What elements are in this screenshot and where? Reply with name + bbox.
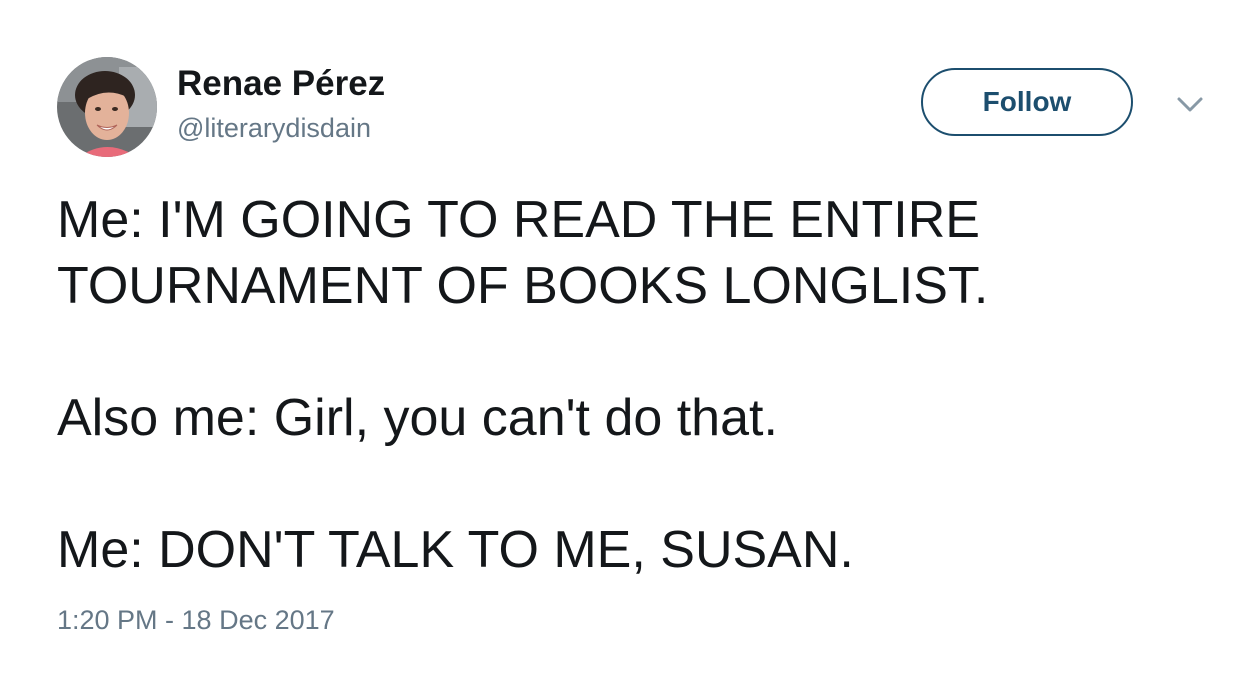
tweet-timestamp[interactable]: 1:20 PM - 18 Dec 2017 xyxy=(57,605,335,636)
profile-photo-icon xyxy=(57,57,157,157)
avatar[interactable] xyxy=(57,57,157,157)
tweet-text: Me: I'M GOING TO READ THE ENTIRE TOURNAM… xyxy=(57,187,1217,583)
chevron-down-icon[interactable] xyxy=(1174,93,1206,115)
tweet-line: Me: DON'T TALK TO ME, SUSAN. xyxy=(57,521,854,579)
follow-button[interactable]: Follow xyxy=(921,68,1133,136)
author-display-name[interactable]: Renae Pérez xyxy=(177,64,385,104)
tweet-line: Me: I'M GOING TO READ THE ENTIRE TOURNAM… xyxy=(57,191,989,315)
author-handle[interactable]: @literarydisdain xyxy=(177,113,371,144)
tweet-line: Also me: Girl, you can't do that. xyxy=(57,389,778,447)
